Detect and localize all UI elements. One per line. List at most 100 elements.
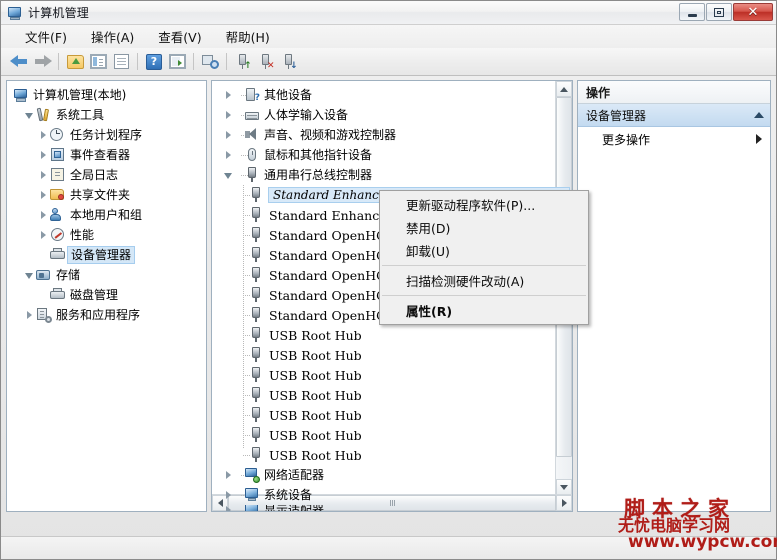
back-button[interactable] (8, 51, 30, 72)
computer-management-window: 计算机管理 ✕ 文件(F) 操作(A) 查看(V) 帮助(H) ? ↑ ✕ ↓ (0, 0, 777, 560)
scan-hardware-changes-button[interactable] (199, 51, 221, 72)
device-category-other[interactable]: ? 其他设备 (222, 85, 554, 105)
mouse-icon (244, 147, 260, 163)
device-category-system[interactable]: 系统设备 (222, 485, 554, 505)
action-section-device-manager[interactable]: 设备管理器 (578, 104, 770, 127)
close-button[interactable]: ✕ (733, 3, 773, 21)
expander-open-icon[interactable] (222, 169, 234, 181)
toolbar-separator-4 (226, 53, 227, 70)
device-category-label: 网络适配器 (264, 468, 325, 482)
device-category-network[interactable]: 网络适配器 (222, 465, 554, 485)
device-category-hid[interactable]: 人体学输入设备 (222, 105, 554, 125)
scroll-right-button[interactable] (556, 495, 572, 511)
device-category-usb[interactable]: 通用串行总线控制器 (222, 165, 554, 185)
other-device-icon: ? (244, 87, 260, 103)
up-one-level-button[interactable] (64, 51, 86, 72)
expander-collapsed-icon[interactable] (37, 229, 49, 241)
device-label: USB Root Hub (269, 447, 362, 463)
ctx-uninstall[interactable]: 卸载(U) (380, 239, 588, 262)
device-root-hub-3[interactable]: USB Root Hub (222, 365, 554, 385)
properties-button[interactable] (110, 51, 132, 72)
forward-button[interactable] (31, 51, 53, 72)
services-icon (36, 307, 52, 323)
device-root-hub-6[interactable]: USB Root Hub (222, 425, 554, 445)
ctx-disable[interactable]: 禁用(D) (380, 216, 588, 239)
properties-icon (113, 54, 129, 69)
expander-collapsed-icon[interactable] (37, 149, 49, 161)
device-root-hub-1[interactable]: USB Root Hub (222, 325, 554, 345)
chevron-up-icon[interactable] (754, 112, 764, 118)
device-category-label: 声音、视频和游戏控制器 (264, 128, 397, 142)
usb-device-icon (248, 447, 264, 463)
toolbar-separator-1 (58, 53, 59, 70)
expander-collapsed-icon[interactable] (37, 209, 49, 221)
tree-item-task-scheduler[interactable]: 任务计划程序 (7, 125, 206, 145)
action-more-actions[interactable]: 更多操作 (578, 127, 770, 151)
expander-collapsed-icon[interactable] (37, 189, 49, 201)
tree-item-shared-folders[interactable]: 共享文件夹 (7, 185, 206, 205)
usb-device-icon (248, 287, 264, 303)
scroll-down-button[interactable] (556, 479, 572, 495)
tree-item-event-viewer[interactable]: 事件查看器 (7, 145, 206, 165)
expander-open-icon[interactable] (23, 109, 35, 121)
tools-icon (36, 107, 52, 123)
help-button[interactable]: ? (143, 51, 165, 72)
tree-item-local-users[interactable]: 本地用户和组 (7, 205, 206, 225)
tree-item-services-apps[interactable]: 服务和应用程序 (7, 305, 206, 325)
device-category-display[interactable]: 显示适配器 (222, 505, 554, 512)
menu-help[interactable]: 帮助(H) (214, 25, 282, 48)
tree-item-system-tools[interactable]: 系统工具 (7, 105, 206, 125)
display-adapter-icon (244, 505, 260, 511)
disable-device-button[interactable]: ↓ (278, 51, 300, 72)
forward-arrow-icon (33, 54, 52, 69)
restore-button[interactable] (706, 3, 732, 21)
expander-collapsed-icon[interactable] (222, 469, 234, 481)
device-category-sound[interactable]: 声音、视频和游戏控制器 (222, 125, 554, 145)
expander-collapsed-icon[interactable] (37, 129, 49, 141)
ctx-separator-1 (382, 265, 586, 266)
chevron-down-icon (560, 484, 568, 490)
device-root-hub-4[interactable]: USB Root Hub (222, 385, 554, 405)
network-adapter-icon (244, 467, 260, 483)
minimize-button[interactable] (679, 3, 705, 21)
tree-item-performance[interactable]: 性能 (7, 225, 206, 245)
show-console-tree-button[interactable] (87, 51, 109, 72)
expander-collapsed-icon[interactable] (222, 129, 234, 141)
menu-view[interactable]: 查看(V) (146, 25, 213, 48)
expander-collapsed-icon[interactable] (222, 489, 234, 501)
usb-device-icon (248, 227, 264, 243)
device-root-hub-2[interactable]: USB Root Hub (222, 345, 554, 365)
action-item-label: 更多操作 (602, 132, 651, 147)
device-root-hub-7[interactable]: USB Root Hub (222, 445, 554, 465)
expander-collapsed-icon[interactable] (222, 109, 234, 121)
uninstall-device-button[interactable]: ✕ (255, 51, 277, 72)
expander-collapsed-icon[interactable] (37, 169, 49, 181)
expander-collapsed-icon[interactable] (222, 149, 234, 161)
ctx-update-driver[interactable]: 更新驱动程序软件(P)... (380, 193, 588, 216)
menu-file[interactable]: 文件(F) (13, 25, 79, 48)
ctx-separator-2 (382, 295, 586, 296)
tree-item-storage[interactable]: 存储 (7, 265, 206, 285)
computer-icon (13, 87, 29, 103)
device-category-mouse[interactable]: 鼠标和其他指针设备 (222, 145, 554, 165)
expander-collapsed-icon[interactable] (222, 505, 234, 511)
ctx-properties[interactable]: 属性(R) (380, 299, 588, 322)
scroll-up-button[interactable] (556, 81, 572, 97)
show-action-pane-button[interactable] (166, 51, 188, 72)
close-icon: ✕ (747, 4, 759, 20)
console-tree: 计算机管理(本地) 系统工具 任务计划程序 事件查看器 全局日志 共享文件夹 本… (7, 81, 206, 325)
ctx-scan-hardware[interactable]: 扫描检测硬件改动(A) (380, 269, 588, 292)
expander-open-icon[interactable] (23, 269, 35, 281)
action-section-label: 设备管理器 (586, 108, 647, 123)
update-driver-button[interactable]: ↑ (232, 51, 254, 72)
device-root-hub-5[interactable]: USB Root Hub (222, 405, 554, 425)
tree-item-global-logs[interactable]: 全局日志 (7, 165, 206, 185)
menu-action[interactable]: 操作(A) (79, 25, 146, 48)
expander-collapsed-icon[interactable] (222, 89, 234, 101)
device-category-label: 显示适配器 (264, 505, 325, 512)
expander-collapsed-icon[interactable] (23, 309, 35, 321)
tree-item-device-manager[interactable]: 设备管理器 (7, 245, 206, 265)
tree-item-root[interactable]: 计算机管理(本地) (7, 85, 206, 105)
device-label: USB Root Hub (269, 387, 362, 403)
tree-item-disk-management[interactable]: 磁盘管理 (7, 285, 206, 305)
